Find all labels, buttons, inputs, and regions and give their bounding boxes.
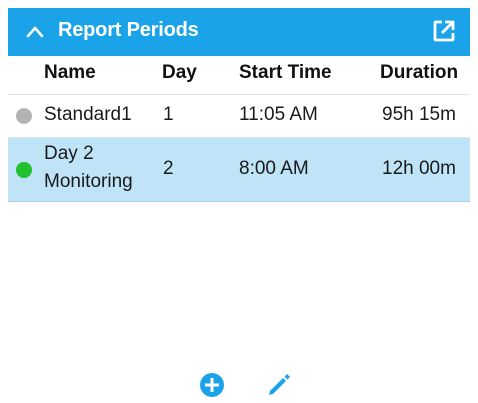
row-duration: 95h 15m xyxy=(382,104,456,125)
add-circle-icon[interactable] xyxy=(198,371,226,399)
row-day: 1 xyxy=(163,104,174,125)
row-name-line2: Monitoring xyxy=(44,171,133,192)
row-day: 2 xyxy=(163,158,174,179)
status-dot-icon xyxy=(16,162,32,178)
pencil-icon[interactable] xyxy=(265,371,293,399)
table-row-selected[interactable]: Day 2 Monitoring 2 8:00 AM 12h 00m xyxy=(8,138,470,202)
open-external-icon[interactable] xyxy=(430,17,458,45)
column-header-day[interactable]: Day xyxy=(162,62,197,84)
column-header-duration[interactable]: Duration xyxy=(380,62,458,84)
column-header-name[interactable]: Name xyxy=(44,62,96,84)
row-name-line1: Day 2 xyxy=(44,143,94,164)
row-name: Day 2 Monitoring xyxy=(44,140,133,196)
table-row[interactable]: Standard1 1 11:05 AM 95h 15m xyxy=(8,94,470,138)
panel-title: Report Periods xyxy=(58,19,199,41)
report-periods-panel: Report Periods Name Day Start Time Durat… xyxy=(0,0,478,403)
row-name: Standard1 xyxy=(44,104,132,125)
chevron-up-icon[interactable] xyxy=(24,22,46,42)
panel-header: Report Periods xyxy=(8,8,470,56)
status-dot-icon xyxy=(16,108,32,124)
row-duration: 12h 00m xyxy=(382,158,456,179)
row-start-time: 11:05 AM xyxy=(239,104,318,125)
column-header-start-time[interactable]: Start Time xyxy=(239,62,332,84)
row-start-time: 8:00 AM xyxy=(239,158,309,179)
